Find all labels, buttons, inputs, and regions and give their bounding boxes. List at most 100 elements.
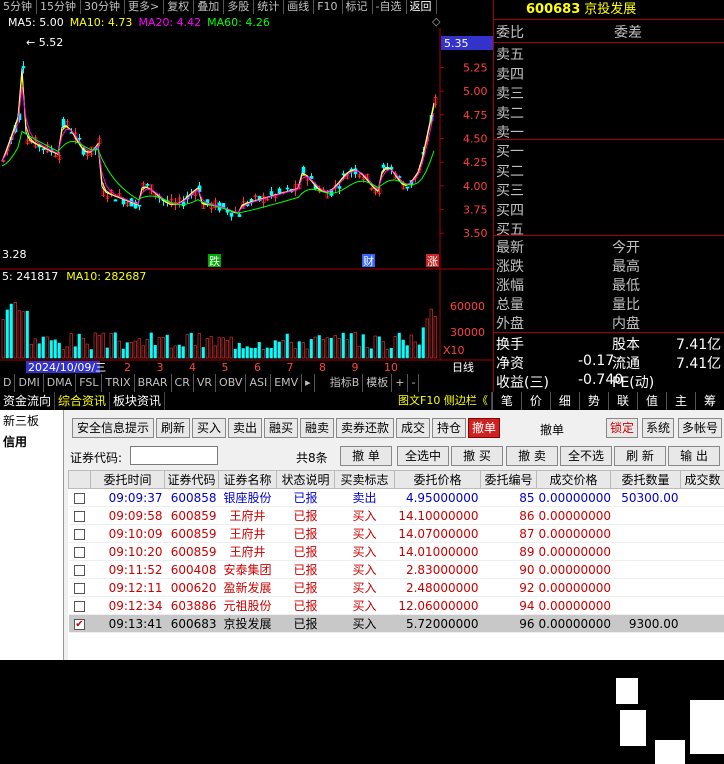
trade-func-button[interactable]: 买入 xyxy=(192,418,226,438)
row-checkbox-cell[interactable] xyxy=(69,579,91,597)
row-checkbox-cell[interactable] xyxy=(69,543,91,561)
toolbar-item[interactable]: 画线 xyxy=(284,0,314,14)
order-row[interactable]: 09:09:37600858银座股份已报卖出4.95000000850.0000… xyxy=(69,489,724,507)
column-header[interactable]: 证券代码 xyxy=(165,471,219,489)
trade-func-button[interactable]: 卖券还款 xyxy=(336,418,394,438)
order-action-button[interactable]: 全不选 xyxy=(560,446,612,466)
quote-view-tab[interactable]: 主 xyxy=(666,392,695,410)
stock-code-input[interactable] xyxy=(130,446,218,465)
column-header[interactable]: 委托价格 xyxy=(395,471,481,489)
indicator-tab[interactable]: + xyxy=(392,374,408,392)
indicator-tab[interactable]: ▸ xyxy=(302,374,315,392)
order-action-button[interactable]: 撤 卖 xyxy=(506,446,558,466)
quote-view-tab[interactable]: 价 xyxy=(521,392,550,410)
lock-button[interactable]: 锁定 xyxy=(606,418,638,438)
row-checkbox-cell[interactable]: ✔ xyxy=(69,615,91,633)
indicator-tab[interactable]: BRAR xyxy=(135,374,172,392)
trade-nav-item[interactable]: 信用 xyxy=(0,431,63,452)
toolbar-item[interactable]: 30分钟 xyxy=(81,0,125,14)
order-action-button[interactable]: 全选中 xyxy=(397,446,449,466)
toolbar-item[interactable]: 5分钟 xyxy=(0,0,37,14)
column-header[interactable]: 状态说明 xyxy=(277,471,335,489)
trade-func-button[interactable]: 持仓 xyxy=(432,418,466,438)
row-checkbox-cell[interactable] xyxy=(69,597,91,615)
indicator-tab[interactable]: CR xyxy=(172,374,194,392)
f10-sidebar-tab[interactable]: 图文F10 侧边栏《 xyxy=(395,392,492,410)
event-marker[interactable]: 财 xyxy=(363,254,374,268)
order-action-button[interactable]: 刷 新 xyxy=(614,446,666,466)
order-row[interactable]: 09:12:11000620盈新发展已报买入2.48000000920.0000… xyxy=(69,579,724,597)
toolbar-item[interactable]: 15分钟 xyxy=(37,0,81,14)
order-row[interactable]: 09:09:58600859王府井已报买入14.10000000860.0000… xyxy=(69,507,724,525)
quote-view-tab[interactable]: 笔 xyxy=(492,392,521,410)
quote-view-tab[interactable]: 势 xyxy=(579,392,608,410)
toolbar-item[interactable]: F10 xyxy=(314,0,342,14)
quote-view-tab[interactable]: 细 xyxy=(550,392,579,410)
order-row[interactable]: 09:12:34603886元祖股份已报买入12.06000000940.000… xyxy=(69,597,724,615)
info-tab[interactable]: 资金流向 xyxy=(0,392,55,410)
indicator-tab[interactable]: OBV xyxy=(216,374,246,392)
row-checkbox-cell[interactable] xyxy=(69,489,91,507)
row-checkbox[interactable] xyxy=(74,601,85,612)
indicator-tab[interactable]: ASI xyxy=(246,374,271,392)
toolbar-item[interactable]: 多股 xyxy=(224,0,254,14)
trade-func-button[interactable]: 成交 xyxy=(396,418,430,438)
info-tab[interactable]: 板块资讯 xyxy=(110,392,165,410)
order-action-button[interactable]: 撤 单 xyxy=(340,446,392,466)
quote-view-tab[interactable]: 联 xyxy=(608,392,637,410)
toolbar-item[interactable]: -自选 xyxy=(373,0,407,14)
order-action-button[interactable]: 撤 买 xyxy=(451,446,503,466)
quote-view-tab[interactable]: 值 xyxy=(637,392,666,410)
row-checkbox[interactable] xyxy=(74,511,85,522)
column-header[interactable]: 委托数量 xyxy=(611,471,681,489)
quote-view-tab[interactable]: 筹 xyxy=(695,392,724,410)
order-row[interactable]: 09:10:09600859王府井已报买入14.07000000870.0000… xyxy=(69,525,724,543)
row-checkbox[interactable] xyxy=(74,547,85,558)
kline-chart-panel[interactable]: MA5: 5.00MA10: 4.73MA20: 4.42MA60: 4.26◇… xyxy=(0,14,493,374)
kline-chart[interactable]: MA5: 5.00MA10: 4.73MA20: 4.42MA60: 4.26◇… xyxy=(0,14,493,374)
toolbar-item[interactable]: 复权 xyxy=(164,0,194,14)
event-marker[interactable]: 涨 xyxy=(427,255,438,268)
indicator-tab[interactable]: FSL xyxy=(76,374,102,392)
toolbar-item[interactable]: 叠加 xyxy=(194,0,224,14)
indicator-tab[interactable]: - xyxy=(408,374,419,392)
column-header[interactable]: 委托时间 xyxy=(91,471,165,489)
order-row[interactable]: ✔09:13:41600683京投发展已报买入5.72000000960.000… xyxy=(69,615,724,633)
trade-func-button[interactable]: 融买 xyxy=(264,418,298,438)
column-header[interactable]: 买卖标志 xyxy=(335,471,395,489)
row-checkbox[interactable]: ✔ xyxy=(74,619,85,630)
indicator-tab[interactable]: 模板 xyxy=(363,374,392,392)
column-header[interactable]: 委托编号 xyxy=(481,471,537,489)
multi-account-button[interactable]: 多帐号 xyxy=(678,418,722,438)
toolbar-item[interactable]: 更多> xyxy=(125,0,164,14)
system-button[interactable]: 系统 xyxy=(642,418,674,438)
row-checkbox-cell[interactable] xyxy=(69,561,91,579)
trade-func-button[interactable]: 融卖 xyxy=(300,418,334,438)
indicator-tab[interactable]: DMI xyxy=(15,374,43,392)
order-row[interactable]: 09:10:20600859王府井已报买入14.01000000890.0000… xyxy=(69,543,724,561)
event-marker[interactable]: 跌 xyxy=(209,254,220,268)
indicator-tab[interactable]: D xyxy=(0,374,15,392)
order-action-button[interactable]: 输 出 xyxy=(668,446,720,466)
order-row[interactable]: 09:11:52600408安泰集团已报买入2.83000000900.0000… xyxy=(69,561,724,579)
row-checkbox-cell[interactable] xyxy=(69,507,91,525)
row-checkbox[interactable] xyxy=(74,529,85,540)
toolbar-item[interactable]: 标记 xyxy=(343,0,373,14)
toolbar-item[interactable]: 返回 xyxy=(407,0,437,14)
row-checkbox[interactable] xyxy=(74,583,85,594)
indicator-tab[interactable]: EMV xyxy=(271,374,302,392)
toolbar-item[interactable]: 统计 xyxy=(254,0,284,14)
trade-func-button[interactable]: 撤单 xyxy=(468,418,500,438)
indicator-tab[interactable]: 指标B xyxy=(327,374,364,392)
column-header[interactable]: 证券名称 xyxy=(219,471,277,489)
row-checkbox[interactable] xyxy=(74,493,85,504)
trade-func-button[interactable]: 刷新 xyxy=(156,418,190,438)
trade-nav-item[interactable]: 新三板 xyxy=(0,410,63,431)
column-header[interactable]: 成交数 xyxy=(681,471,724,489)
indicator-tab[interactable]: DMA xyxy=(44,374,77,392)
indicator-tab[interactable]: TRIX xyxy=(102,374,134,392)
trade-func-button[interactable]: 安全信息提示 xyxy=(72,418,154,438)
row-checkbox-cell[interactable] xyxy=(69,525,91,543)
indicator-tab[interactable]: VR xyxy=(194,374,216,392)
period-label[interactable]: 日线 xyxy=(452,360,474,374)
